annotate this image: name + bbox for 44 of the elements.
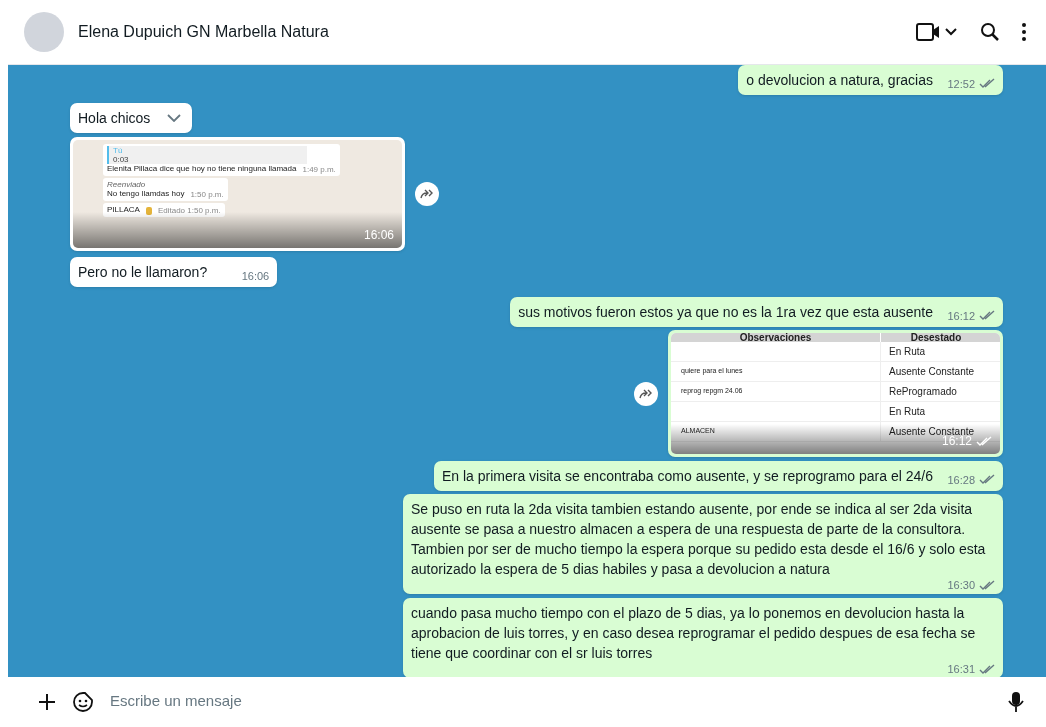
forward-icon [420, 189, 434, 199]
forward-button[interactable] [415, 182, 439, 206]
message-text: Se puso en ruta la 2da visita tambien estando ausente, por ende se indica al ser 2da visita ausente se pasa a nuestro almacen a espera de una respuesta de parte de la consultora. Tambien por ser de mucho tiempo la espera porque su pedido esta desde el 16/6 y solo esta autorizado la espera de 5 dias habiles y pasa a devolucion a natura [411, 501, 986, 577]
forward-icon [639, 388, 653, 399]
screenshot-time: Editado 1:50 p.m. [157, 206, 221, 215]
message-text: Pero no le llamaron? [78, 264, 208, 280]
message-time: 16:30 [947, 577, 975, 593]
message-text: o devolucion a natura, gracias [746, 72, 933, 88]
message-time: 16:28 [947, 472, 975, 488]
table-cell-text: En Ruta [888, 405, 927, 419]
column-header: Desestado [909, 333, 963, 342]
audio-duration: 0:03 [113, 155, 130, 164]
quote-author: Tú [113, 146, 124, 155]
column-header: Observaciones [671, 333, 881, 342]
table-cell-text: En Ruta [888, 345, 927, 359]
message-time: 16:06 [363, 227, 394, 244]
image-message[interactable]: Tú 0:03 Elenita Pillaca dice que hoy no tiene ninguna llamada 1:49 p.m. Reenviado No tengo llamdas hoy 1:50 p.m. PILLACA Editado 1:50 p.m. 16:06 [70, 137, 405, 251]
screenshot-text: PILLACA [107, 205, 140, 215]
video-call-button[interactable] [916, 22, 958, 42]
plus-icon[interactable] [38, 692, 56, 711]
search-icon[interactable] [980, 22, 1000, 42]
screenshot-time: 1:50 p.m. [190, 190, 224, 199]
message-time: 12:52 [947, 76, 975, 92]
message-time: 16:31 [947, 661, 975, 677]
microphone-icon[interactable] [1008, 690, 1024, 713]
message-text: En la primera visita se encontraba como ausente, y se reprogramo para el 24/6 [441, 468, 933, 484]
table-cell-text: Ausente Constante [888, 365, 976, 379]
message-input[interactable]: Escribe un mensaje [110, 690, 992, 713]
screenshot-text: No tengo llamdas hoy [107, 189, 185, 199]
menu-icon[interactable] [1022, 23, 1026, 41]
message-text: Hola chicos [78, 110, 151, 126]
chevron-down-icon [167, 114, 182, 122]
table-cell-text: Ausente Constante [888, 425, 976, 437]
message-time: 16:06 [241, 268, 270, 284]
sticker-icon[interactable] [72, 690, 94, 713]
forwarded-label: Reenviado [107, 180, 147, 189]
contact-name[interactable]: Elena Dupuich GN Marbella Natura [78, 20, 329, 44]
message-time: 16:12 [947, 308, 975, 324]
screenshot-time: 1:49 p.m. [302, 165, 336, 174]
table-cell-text: ReProgramado [888, 385, 958, 399]
message-text: cuando pasa mucho tiempo con el plazo de 5 dias, ya lo ponemos en devolucion hasta la aprobacion de luis torres, y en caso desea reprogramar el pedido despues de esa fecha se tiene que coordinar con el sr luis torres [411, 605, 976, 661]
message-text: sus motivos fueron estos ya que no es la 1ra vez que esta ausente [518, 304, 933, 320]
forward-button[interactable] [634, 381, 658, 406]
screenshot-text: Elenita Pillaca dice que hoy no tiene ninguna llamada [107, 164, 297, 174]
